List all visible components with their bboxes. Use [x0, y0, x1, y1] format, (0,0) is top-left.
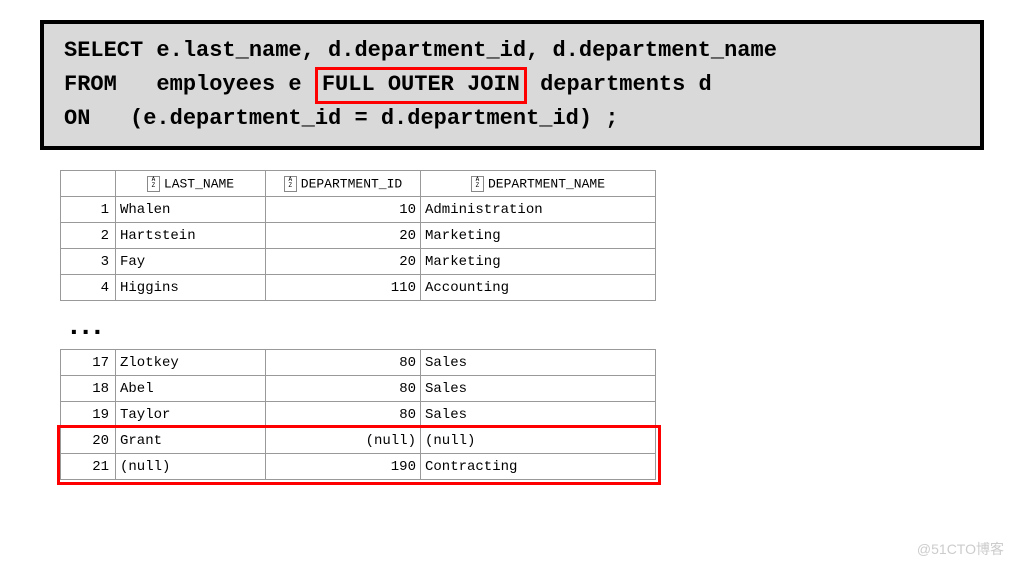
sql-line-2: FROM employees e FULL OUTER JOIN departm…: [64, 67, 960, 104]
row-number: 18: [61, 376, 116, 402]
table-row: 4Higgins110Accounting: [61, 275, 656, 301]
cell-lastname: Higgins: [116, 275, 266, 301]
header-lastname: LAST_NAME: [116, 171, 266, 197]
sql-line-3: ON (e.department_id = d.department_id) ;: [64, 104, 960, 135]
row-number: 1: [61, 197, 116, 223]
cell-lastname: Taylor: [116, 402, 266, 428]
cell-deptname: Sales: [421, 376, 656, 402]
cell-deptid: 20: [266, 223, 421, 249]
cell-lastname: Whalen: [116, 197, 266, 223]
cell-deptid: 80: [266, 350, 421, 376]
cell-deptname: Marketing: [421, 249, 656, 275]
table-row: 21(null)190Contracting: [61, 454, 656, 480]
cell-lastname: Fay: [116, 249, 266, 275]
cell-deptid: 80: [266, 376, 421, 402]
cell-deptid: 190: [266, 454, 421, 480]
header-deptid: DEPARTMENT_ID: [266, 171, 421, 197]
cell-deptid: 80: [266, 402, 421, 428]
cell-lastname: Hartstein: [116, 223, 266, 249]
cell-lastname: Abel: [116, 376, 266, 402]
sql-line-1: SELECT e.last_name, d.department_id, d.d…: [64, 36, 960, 67]
table-row: 18Abel80Sales: [61, 376, 656, 402]
sort-icon: [471, 176, 484, 192]
cell-deptname: Administration: [421, 197, 656, 223]
row-number: 2: [61, 223, 116, 249]
cell-deptid: 10: [266, 197, 421, 223]
table-row: 2Hartstein20Marketing: [61, 223, 656, 249]
table-header-row: LAST_NAME DEPARTMENT_ID DEPARTMENT_NAME: [61, 171, 656, 197]
table-row: 19Taylor80Sales: [61, 402, 656, 428]
sql-query-box: SELECT e.last_name, d.department_id, d.d…: [40, 20, 984, 150]
cell-lastname: Zlotkey: [116, 350, 266, 376]
ellipsis: ...: [70, 309, 1004, 341]
cell-deptid: 20: [266, 249, 421, 275]
table-row: 17Zlotkey80Sales: [61, 350, 656, 376]
cell-lastname: (null): [116, 454, 266, 480]
sort-icon: [147, 176, 160, 192]
sort-icon: [284, 176, 297, 192]
cell-deptname: Accounting: [421, 275, 656, 301]
result-table-1: LAST_NAME DEPARTMENT_ID DEPARTMENT_NAME …: [60, 170, 656, 301]
cell-deptname: Sales: [421, 350, 656, 376]
row-number: 3: [61, 249, 116, 275]
cell-deptname: Sales: [421, 402, 656, 428]
cell-deptname: Contracting: [421, 454, 656, 480]
row-number: 21: [61, 454, 116, 480]
cell-lastname: Grant: [116, 428, 266, 454]
result-table-2: 17Zlotkey80Sales18Abel80Sales19Taylor80S…: [60, 349, 656, 480]
cell-deptid: (null): [266, 428, 421, 454]
row-number: 17: [61, 350, 116, 376]
cell-deptname: (null): [421, 428, 656, 454]
row-number: 4: [61, 275, 116, 301]
header-rownum: [61, 171, 116, 197]
header-deptname: DEPARTMENT_NAME: [421, 171, 656, 197]
watermark: @51CTO博客: [917, 539, 1004, 559]
sql-highlight-join: FULL OUTER JOIN: [315, 67, 527, 104]
cell-deptid: 110: [266, 275, 421, 301]
table-row: 1Whalen10Administration: [61, 197, 656, 223]
cell-deptname: Marketing: [421, 223, 656, 249]
row-number: 20: [61, 428, 116, 454]
table-row: 3Fay20Marketing: [61, 249, 656, 275]
row-number: 19: [61, 402, 116, 428]
table-row: 20Grant(null)(null): [61, 428, 656, 454]
